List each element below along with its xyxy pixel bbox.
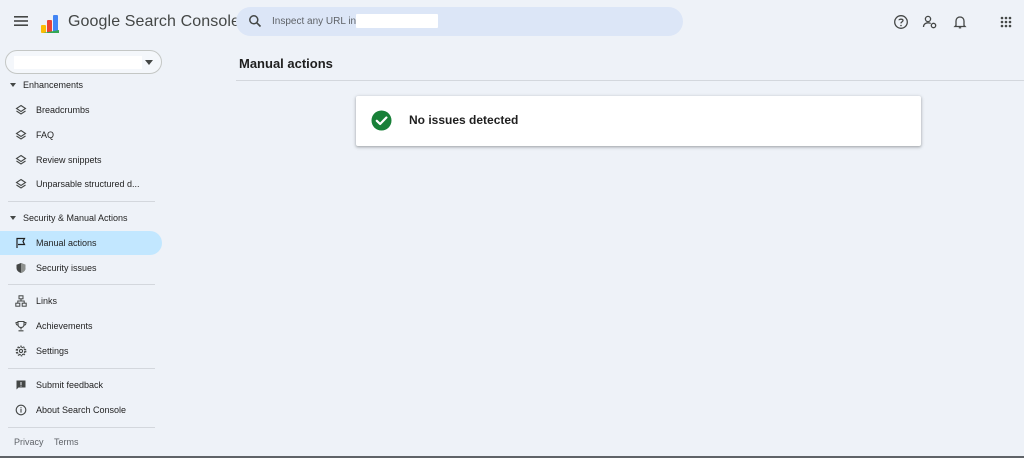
sidebar-item-security-issues[interactable]: Security issues <box>0 256 162 280</box>
settings-icon <box>15 345 27 357</box>
sidebar-item-label: Unparsable structured d... <box>36 179 140 189</box>
page-title: Manual actions <box>239 56 333 71</box>
sidebar-item-breadcrumbs[interactable]: Breadcrumbs <box>0 98 162 122</box>
sidebar-item-label: Settings <box>36 346 69 356</box>
redacted-property-name <box>356 14 438 28</box>
sidebar-item-label: Links <box>36 296 58 306</box>
chevron-down-icon <box>145 60 153 65</box>
sidebar-item-links[interactable]: Links <box>0 289 162 313</box>
divider <box>8 201 155 202</box>
links-icon <box>15 295 27 307</box>
sidebar-item-label: Achievements <box>36 321 93 331</box>
section-security-manual-actions[interactable]: Security & Manual Actions <box>10 213 128 223</box>
help-icon[interactable] <box>893 14 909 30</box>
trophy-icon <box>15 320 27 332</box>
notifications-icon[interactable] <box>952 14 968 30</box>
sidebar-item-label: About Search Console <box>36 405 127 415</box>
shield-icon <box>16 263 26 273</box>
sidebar-item-review-snippets[interactable]: Review snippets <box>0 148 162 172</box>
divider <box>8 368 155 369</box>
sidebar-nav: Enhancements Breadcrumbs FAQ Review snip… <box>0 44 170 458</box>
sidebar-item-label: Breadcrumbs <box>36 105 90 115</box>
property-selector[interactable] <box>5 50 162 74</box>
manage-users-icon[interactable] <box>922 14 938 30</box>
search-icon <box>249 15 262 28</box>
expand-arrow-icon <box>10 83 16 87</box>
section-label: Enhancements <box>23 80 84 90</box>
status-message: No issues detected <box>409 113 519 127</box>
divider <box>236 80 1024 81</box>
layers-icon <box>15 129 27 140</box>
layers-icon <box>15 104 27 115</box>
sidebar-item-manual-actions[interactable]: Manual actions <box>0 231 162 255</box>
app-title[interactable]: Google Search Console <box>68 13 240 31</box>
search-placeholder[interactable]: Inspect any URL in <box>272 16 356 27</box>
divider <box>8 427 155 428</box>
layers-icon <box>15 178 27 189</box>
check-circle-icon <box>371 110 392 131</box>
sidebar-item-settings[interactable]: Settings <box>0 339 162 363</box>
flag-icon <box>16 237 26 248</box>
main-menu-icon[interactable] <box>12 12 30 30</box>
sidebar-item-unparsable-structured-data[interactable]: Unparsable structured d... <box>0 172 162 196</box>
sidebar-item-label: FAQ <box>36 130 55 140</box>
layers-icon <box>15 154 27 165</box>
redacted-property <box>14 56 142 69</box>
divider <box>8 284 155 285</box>
info-icon <box>15 404 27 416</box>
top-app-bar: Google Search Console Inspect any URL in <box>0 0 1024 44</box>
feedback-icon <box>16 380 26 390</box>
sidebar-item-label: Security issues <box>36 263 97 273</box>
section-label: Security & Manual Actions <box>23 213 128 223</box>
sidebar-item-label: Submit feedback <box>36 380 104 390</box>
sidebar-item-achievements[interactable]: Achievements <box>0 314 162 338</box>
sidebar-item-submit-feedback[interactable]: Submit feedback <box>0 373 162 397</box>
search-console-logo-icon[interactable] <box>40 12 62 34</box>
expand-arrow-icon <box>10 216 16 220</box>
sidebar-item-faq[interactable]: FAQ <box>0 123 162 147</box>
privacy-link[interactable]: Privacy <box>14 437 44 447</box>
url-inspection-search[interactable]: Inspect any URL in <box>236 7 683 36</box>
terms-link[interactable]: Terms <box>54 437 79 447</box>
section-enhancements[interactable]: Enhancements <box>10 80 83 90</box>
apps-grid-icon[interactable] <box>998 14 1014 30</box>
status-card: No issues detected <box>356 96 921 146</box>
sidebar-item-label: Manual actions <box>36 238 97 248</box>
sidebar-item-about[interactable]: About Search Console <box>0 398 162 422</box>
sidebar-item-label: Review snippets <box>36 155 102 165</box>
